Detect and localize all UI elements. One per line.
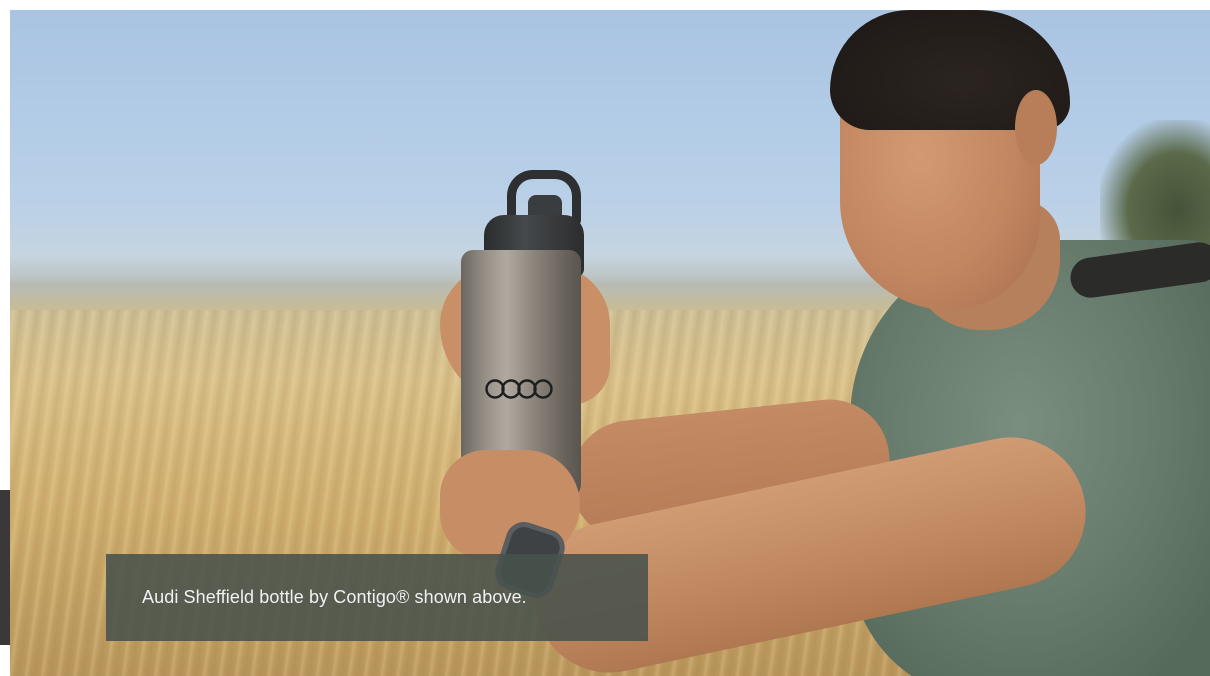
image-caption-box: Audi Sheffield bottle by Contigo® shown …: [106, 554, 648, 641]
image-caption-text: Audi Sheffield bottle by Contigo® shown …: [142, 587, 527, 607]
ear: [1015, 90, 1057, 165]
audi-rings-logo-icon: [485, 379, 553, 399]
left-edge-panel: [0, 490, 10, 645]
